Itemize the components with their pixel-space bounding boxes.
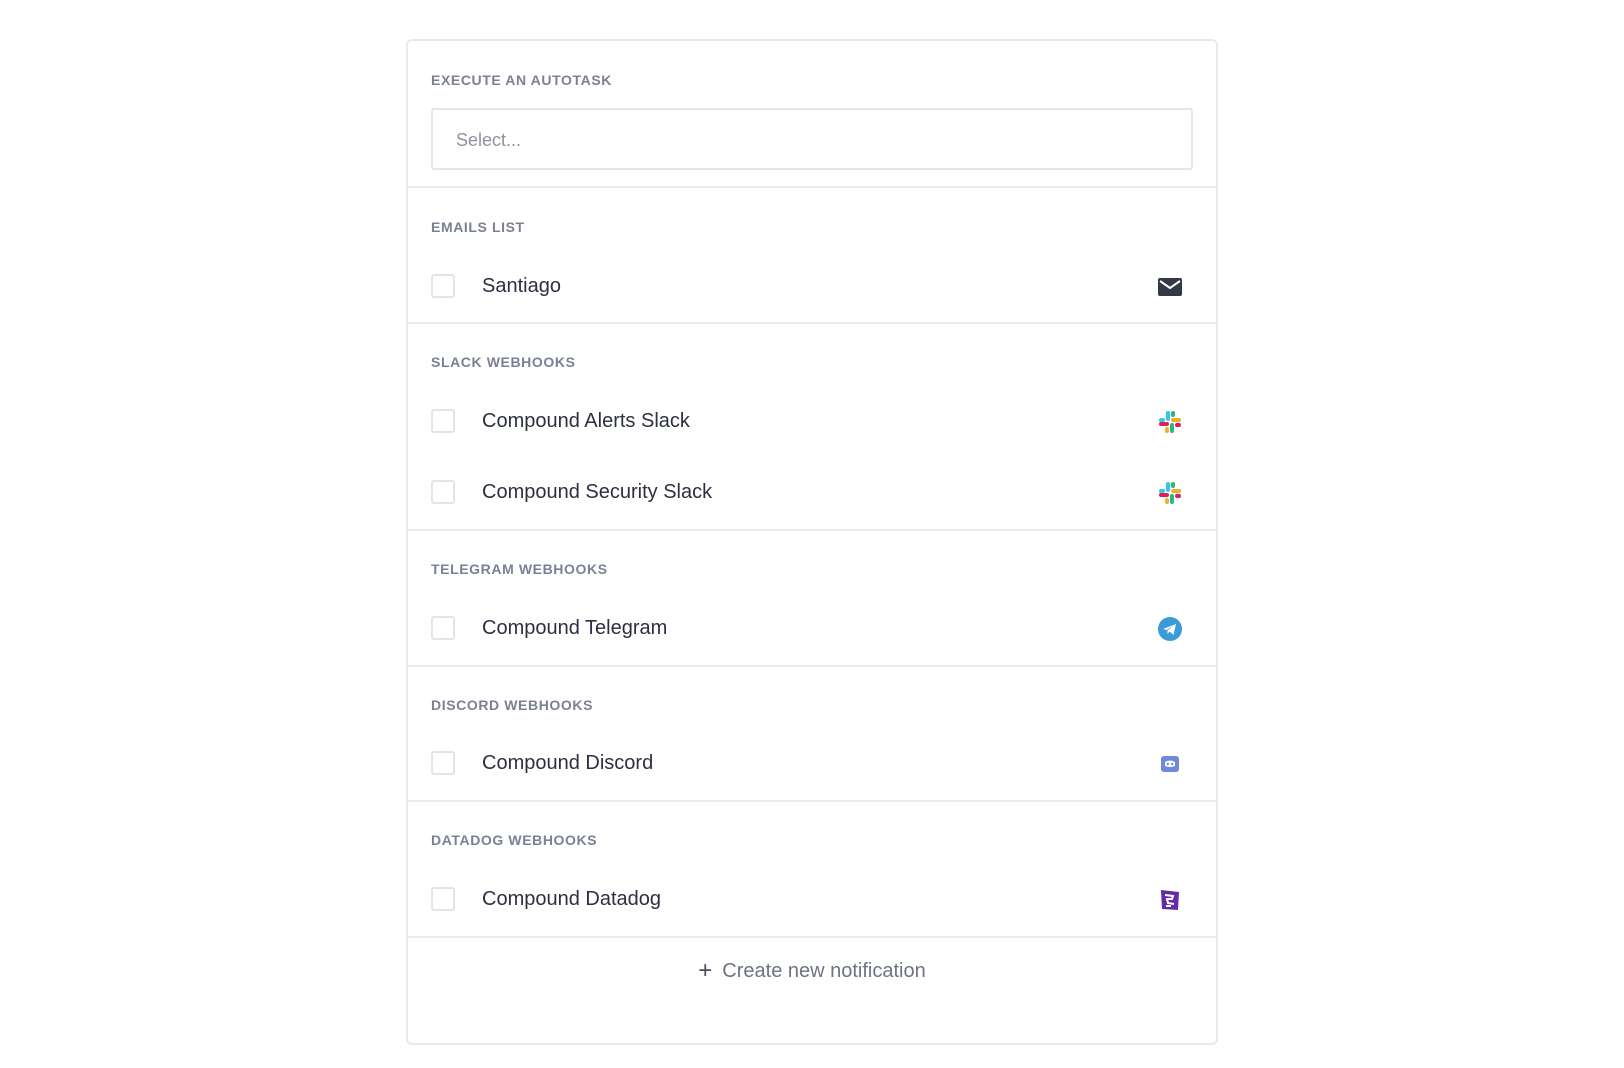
slack-security-checkbox[interactable] <box>431 480 455 504</box>
slack-icon <box>1157 409 1183 435</box>
datadog-item[interactable]: Compound Datadog <box>431 885 1193 915</box>
telegram-section-title: TELEGRAM WEBHOOKS <box>431 561 608 577</box>
telegram-checkbox[interactable] <box>431 616 455 640</box>
emails-section-title: EMAILS LIST <box>431 219 525 235</box>
email-item-label: Santiago <box>482 275 561 297</box>
autotask-select[interactable]: Select... <box>431 108 1193 170</box>
slack-item-label: Compound Alerts Slack <box>482 410 690 432</box>
telegram-icon <box>1157 616 1183 642</box>
emails-section: EMAILS LIST Santiago <box>408 188 1216 324</box>
create-notification-label: Create new notification <box>722 960 926 982</box>
discord-section-title: DISCORD WEBHOOKS <box>431 697 594 713</box>
datadog-icon <box>1157 887 1183 913</box>
slack-alerts-checkbox[interactable] <box>431 409 455 433</box>
discord-item-label: Compound Discord <box>482 752 654 774</box>
autotask-section-title: EXECUTE AN AUTOTASK <box>431 72 612 88</box>
telegram-item-label: Compound Telegram <box>482 617 668 639</box>
slack-item-security[interactable]: Compound Security Slack <box>431 478 1193 508</box>
slack-item-label: Compound Security Slack <box>482 481 713 503</box>
slack-section-title: SLACK WEBHOOKS <box>431 354 576 370</box>
mail-icon <box>1157 274 1183 300</box>
email-item-santiago[interactable]: Santiago <box>431 272 1193 302</box>
discord-section: DISCORD WEBHOOKS Compound Discord <box>408 667 1216 802</box>
notification-panel: EXECUTE AN AUTOTASK Select... EMAILS LIS… <box>406 39 1218 1045</box>
datadog-section-title: DATADOG WEBHOOKS <box>431 832 598 848</box>
slack-icon <box>1157 480 1183 506</box>
slack-section: SLACK WEBHOOKS Compound Alerts Slack Com… <box>408 324 1216 531</box>
telegram-item[interactable]: Compound Telegram <box>431 614 1193 644</box>
autotask-select-placeholder: Select... <box>456 130 522 150</box>
discord-item[interactable]: Compound Discord <box>431 749 1193 779</box>
datadog-section: DATADOG WEBHOOKS Compound Datadog <box>408 802 1216 938</box>
discord-checkbox[interactable] <box>431 751 455 775</box>
datadog-checkbox[interactable] <box>431 887 455 911</box>
create-notification-button[interactable]: + Create new notification <box>408 938 1216 1004</box>
plus-icon: + <box>698 957 713 984</box>
datadog-item-label: Compound Datadog <box>482 888 662 910</box>
email-checkbox[interactable] <box>431 274 455 298</box>
slack-item-alerts[interactable]: Compound Alerts Slack <box>431 407 1193 437</box>
telegram-section: TELEGRAM WEBHOOKS Compound Telegram <box>408 531 1216 667</box>
autotask-section: EXECUTE AN AUTOTASK Select... <box>408 41 1216 188</box>
discord-icon <box>1157 751 1183 777</box>
